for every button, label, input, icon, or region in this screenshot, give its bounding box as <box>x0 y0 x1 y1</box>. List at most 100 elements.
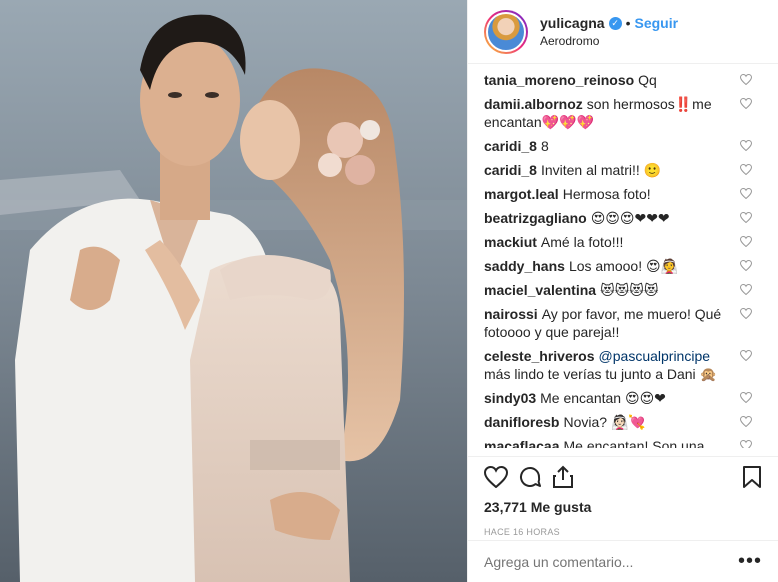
bookmark-icon <box>743 466 761 488</box>
like-button[interactable] <box>484 460 518 494</box>
heart-outline-icon <box>740 308 752 319</box>
comment-username[interactable]: beatrizgagliano <box>484 210 587 226</box>
comment-username[interactable]: danifloresb <box>484 414 559 430</box>
comment-item: caridi_8 8 <box>484 134 778 158</box>
comment-like-button[interactable] <box>736 161 756 175</box>
likes-count[interactable]: 23,771 Me gusta <box>484 499 762 515</box>
comment-item: macaflacaaMe encantan! Son una de <box>484 434 778 448</box>
comment-like-button[interactable] <box>736 413 756 427</box>
comment-text: margot.leal Hermosa foto! <box>484 185 736 203</box>
heart-outline-icon <box>740 416 752 427</box>
comment-text: damii.albornoz son hermosos‼️me encantan💖… <box>484 95 736 131</box>
comment-like-button[interactable] <box>736 209 756 223</box>
comment-body: Inviten al matri!! 🙂 <box>540 162 662 178</box>
comment-like-button[interactable] <box>736 389 756 403</box>
comment-item: damii.albornoz son hermosos‼️me encantan💖… <box>484 92 778 134</box>
post-timestamp: HACE 16 HORAS <box>484 527 560 537</box>
comment-username[interactable]: nairossi <box>484 306 538 322</box>
header-text: yulicagna ✓ • Seguir Aerodromo <box>540 15 678 48</box>
post-actions: 23,771 Me gusta HACE 16 HORAS <box>468 456 778 537</box>
comment-like-button[interactable] <box>736 281 756 295</box>
comment-body: Me encantan 😍😍❤ <box>540 390 666 406</box>
heart-outline-icon <box>740 212 752 223</box>
post-header: yulicagna ✓ • Seguir Aerodromo <box>468 0 778 64</box>
comment-text: nairossi Ay por favor, me muero! Qué foto… <box>484 305 736 341</box>
wedding-couple-photo <box>0 0 467 582</box>
comment-username[interactable]: caridi_8 <box>484 162 537 178</box>
heart-outline-icon <box>740 440 752 448</box>
comment-text: tania_moreno_reinoso Qq <box>484 71 736 89</box>
heart-outline-icon <box>740 236 752 247</box>
comment-text: maciel_valentina 😻😻😻😻 <box>484 281 736 299</box>
comment-like-button[interactable] <box>736 233 756 247</box>
comment-username[interactable]: sindy03 <box>484 390 536 406</box>
share-button[interactable] <box>552 460 586 494</box>
comment-body: 😻😻😻😻 <box>600 282 659 298</box>
heart-outline-icon <box>740 260 752 271</box>
comment-like-button[interactable] <box>736 71 756 85</box>
comment-username[interactable]: tania_moreno_reinoso <box>484 72 634 88</box>
heart-outline-icon <box>740 284 752 295</box>
follow-button[interactable]: Seguir <box>635 15 679 31</box>
heart-outline-icon <box>740 350 752 361</box>
comment-username[interactable]: damii.albornoz <box>484 96 583 112</box>
comment-username[interactable]: caridi_8 <box>484 138 537 154</box>
comment-like-button[interactable] <box>736 437 756 448</box>
heart-outline-icon <box>740 392 752 403</box>
comment-like-button[interactable] <box>736 185 756 199</box>
comment-body: Hermosa foto! <box>562 186 651 202</box>
comment-body: 8 <box>540 138 549 154</box>
comment-text: beatrizgagliano 😍😍😍❤❤❤ <box>484 209 736 227</box>
comment-text: danifloresb Novia? 👰🏻💘 <box>484 413 736 431</box>
post-sidebar: yulicagna ✓ • Seguir Aerodromo tania_mor… <box>467 0 778 582</box>
comment-text: caridi_8 Inviten al matri!! 🙂 <box>484 161 736 179</box>
instagram-post: yulicagna ✓ • Seguir Aerodromo tania_mor… <box>0 0 778 582</box>
comment-like-button[interactable] <box>736 305 756 319</box>
comment-text: caridi_8 8 <box>484 137 736 155</box>
heart-outline-icon <box>740 98 752 109</box>
heart-outline-icon <box>740 140 752 151</box>
add-comment-bar: ••• <box>468 540 778 582</box>
comment-bubble-icon <box>520 466 541 487</box>
comment-body: Novia? 👰🏻💘 <box>563 414 646 430</box>
comment-item: celeste_hriveros @pascualprincipe más lin… <box>484 344 778 386</box>
heart-outline-icon <box>740 164 752 175</box>
post-photo[interactable] <box>0 0 467 582</box>
comment-item: margot.leal Hermosa foto! <box>484 182 778 206</box>
comment-username[interactable]: saddy_hans <box>484 258 565 274</box>
comment-text: mackiut Amé la foto!!! <box>484 233 736 251</box>
comment-text: sindy03 Me encantan 😍😍❤ <box>484 389 736 407</box>
avatar[interactable] <box>484 9 528 54</box>
heart-outline-icon <box>740 74 752 85</box>
separator-dot: • <box>625 15 631 31</box>
comment-username[interactable]: mackiut <box>484 234 537 250</box>
comment-item: maciel_valentina 😻😻😻😻 <box>484 278 778 302</box>
save-button[interactable] <box>728 460 762 494</box>
location-link[interactable]: Aerodromo <box>540 34 678 48</box>
add-comment-input[interactable] <box>484 553 730 570</box>
header-row: yulicagna ✓ • Seguir <box>540 15 678 31</box>
comment-username[interactable]: celeste_hriveros <box>484 348 595 364</box>
comment-body: 😍😍😍❤❤❤ <box>590 210 670 226</box>
comment-item: danifloresb Novia? 👰🏻💘 <box>484 410 778 434</box>
comment-body: Amé la foto!!! <box>540 234 624 250</box>
comment-item: tania_moreno_reinoso Qq <box>484 68 778 92</box>
comment-like-button[interactable] <box>736 347 756 361</box>
more-options-icon[interactable]: ••• <box>738 550 762 573</box>
comment-username[interactable]: margot.leal <box>484 186 559 202</box>
comment-mention-link[interactable]: @pascualprincipe <box>599 348 711 364</box>
comment-item: saddy_hans Los amooo! 😍👰 <box>484 254 778 278</box>
comment-button[interactable] <box>518 460 552 494</box>
comment-like-button[interactable] <box>736 137 756 151</box>
comment-text: macaflacaaMe encantan! Son una de <box>484 437 736 448</box>
username-link[interactable]: yulicagna <box>540 15 605 31</box>
comment-username[interactable]: macaflacaa <box>484 438 560 448</box>
share-icon <box>553 465 573 488</box>
comment-item: caridi_8 Inviten al matri!! 🙂 <box>484 158 778 182</box>
comment-like-button[interactable] <box>736 257 756 271</box>
comment-body: Los amooo! 😍👰 <box>568 258 679 274</box>
comment-like-button[interactable] <box>736 95 756 109</box>
avatar-image <box>486 11 526 52</box>
comment-username[interactable]: maciel_valentina <box>484 282 596 298</box>
comments-list[interactable]: tania_moreno_reinoso Qq damii.albornoz son… <box>468 68 778 448</box>
